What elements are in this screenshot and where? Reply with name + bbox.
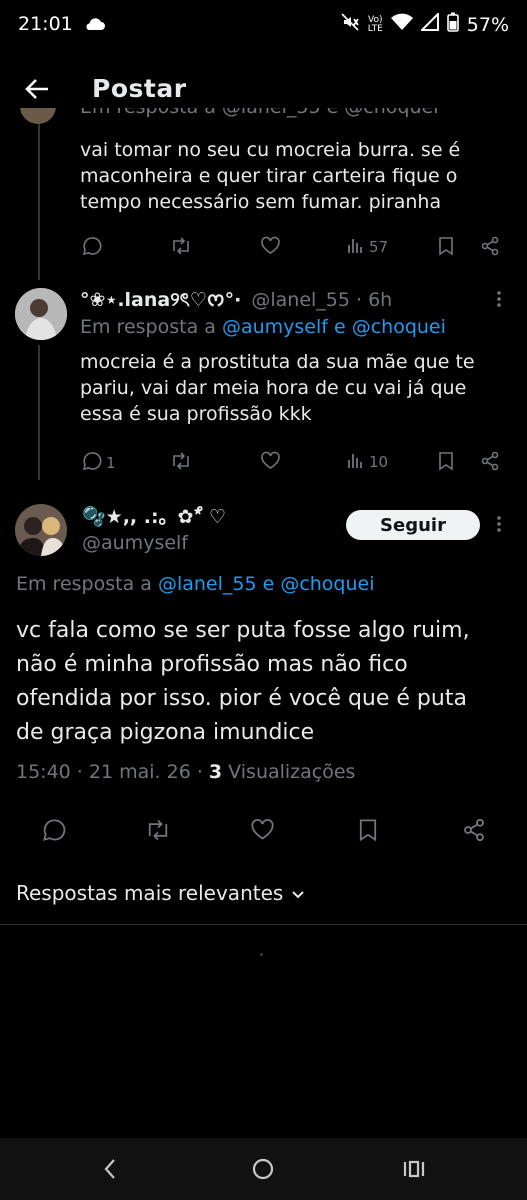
- display-name[interactable]: °❀⋆.lana୨ৎ♡ᰔ°·: [80, 289, 241, 311]
- like-icon[interactable]: [260, 236, 281, 255]
- reply-context: Em resposta a @aumyself e @choquei: [80, 316, 446, 338]
- tweet-line: pariu, vai dar meia hora de cu vai já qu…: [80, 377, 467, 399]
- retweet-icon[interactable]: [145, 818, 171, 842]
- bookmark-icon[interactable]: [437, 236, 455, 256]
- share-icon[interactable]: [480, 236, 500, 256]
- views-count: 57: [369, 238, 389, 256]
- nav-home-icon[interactable]: [252, 1158, 274, 1184]
- android-nav-bar: [0, 1138, 527, 1200]
- chevron-down-icon: [291, 881, 305, 905]
- tweet-actions: 57: [0, 236, 527, 266]
- divider: [0, 924, 527, 925]
- network-label: LTE: [367, 23, 383, 34]
- tweet-text: mocreia é a prostituta da sua mãe que te…: [80, 349, 520, 427]
- reply-count: 1: [106, 454, 116, 472]
- tweet-line: essa é sua profissão kkk: [80, 403, 312, 425]
- views-label: Visualizações: [222, 761, 356, 783]
- share-icon[interactable]: [480, 451, 500, 471]
- tweet-actions: [0, 818, 527, 848]
- handle-time: @lanel_55 · 6h: [251, 289, 393, 311]
- more-icon[interactable]: [495, 514, 503, 538]
- views-button[interactable]: 10: [347, 451, 388, 473]
- tweet-line: não é minha profissão mas não fico: [16, 652, 408, 677]
- tweet-line: tempo necessário sem fumar. piranha: [80, 191, 442, 213]
- reply-icon: [82, 451, 102, 475]
- like-icon[interactable]: [250, 818, 275, 841]
- mute-icon: [340, 12, 360, 37]
- bookmark-icon[interactable]: [437, 451, 455, 471]
- tweet-text: vc fala como se ser puta fosse algo ruim…: [16, 614, 516, 750]
- views-button[interactable]: 57: [347, 236, 388, 258]
- tweet-line: mocreia é a prostituta da sua mãe que te: [80, 351, 475, 373]
- like-icon[interactable]: [260, 451, 281, 470]
- tweet-actions: 1 10: [0, 451, 527, 481]
- bookmark-icon[interactable]: [357, 818, 379, 842]
- views-count: 3: [208, 761, 223, 783]
- volte-icon: Vo) LTE: [367, 15, 383, 34]
- reply-icon[interactable]: [82, 236, 102, 256]
- reply-mentions[interactable]: @lanel_55 e @choquei: [158, 573, 375, 595]
- tweet-line: de graça pigzona imundice: [16, 720, 315, 745]
- wifi-icon: [390, 13, 413, 36]
- page-title: Postar: [92, 74, 187, 103]
- display-name[interactable]: 🫧★,, .:。✿*゚ ♡: [82, 502, 226, 529]
- views-count: 10: [369, 453, 389, 471]
- retweet-icon[interactable]: [170, 236, 192, 256]
- views-icon: [347, 451, 365, 473]
- handle[interactable]: @aumyself: [82, 532, 188, 554]
- back-arrow-icon[interactable]: [22, 74, 52, 104]
- signal-icon: [419, 11, 439, 36]
- status-icons: Vo) LTE 57%: [340, 11, 509, 37]
- reply-mentions[interactable]: @aumyself e @choquei: [222, 316, 446, 338]
- tweet-meta: 15:40 · 21 mai. 26 · 3 Visualizações: [16, 761, 355, 783]
- cloud-icon: [84, 14, 106, 36]
- tweet-timestamp: 15:40 · 21 mai. 26 ·: [16, 761, 209, 783]
- loading-dot: [260, 953, 263, 956]
- tweet-line: vc fala como se ser puta fosse algo ruim…: [16, 618, 470, 643]
- avatar[interactable]: [15, 288, 67, 340]
- retweet-icon[interactable]: [170, 451, 192, 471]
- reply-prefix: Em resposta a: [16, 573, 158, 595]
- reply-prefix: Em resposta a: [80, 316, 222, 338]
- status-time: 21:01: [18, 13, 73, 35]
- battery-icon: [446, 12, 459, 37]
- reply-button[interactable]: 1: [82, 451, 116, 475]
- status-bar: 21:01 Vo) LTE 57%: [0, 0, 527, 50]
- sort-label: Respostas mais relevantes: [16, 881, 284, 905]
- nav-back-icon[interactable]: [102, 1158, 118, 1184]
- share-icon[interactable]: [462, 818, 486, 842]
- tweet-line: maconheira e quer tirar carteira fique o: [80, 165, 458, 187]
- reply-context: Em resposta a @lanel_55 e @choquei: [80, 108, 439, 122]
- more-icon[interactable]: [495, 289, 503, 313]
- sort-dropdown[interactable]: Respostas mais relevantes: [16, 881, 305, 905]
- tweet-line: vai tomar no seu cu mocreia burra. se é: [80, 139, 461, 161]
- tweet-text: vai tomar no seu cu mocreia burra. se é …: [80, 137, 510, 215]
- battery-percent: 57%: [466, 13, 509, 36]
- avatar[interactable]: [20, 108, 56, 124]
- reply-context: Em resposta a @lanel_55 e @choquei: [16, 573, 375, 595]
- reply-icon[interactable]: [42, 818, 66, 842]
- nav-recents-icon[interactable]: [402, 1159, 426, 1183]
- tweet-header: °❀⋆.lana୨ৎ♡ᰔ°· @lanel_55 · 6h: [80, 286, 392, 318]
- views-icon: [347, 236, 365, 258]
- follow-button[interactable]: Seguir: [346, 510, 480, 540]
- tweet-line: ofendida por isso. pior é você que é put…: [16, 686, 467, 711]
- avatar[interactable]: [15, 504, 67, 556]
